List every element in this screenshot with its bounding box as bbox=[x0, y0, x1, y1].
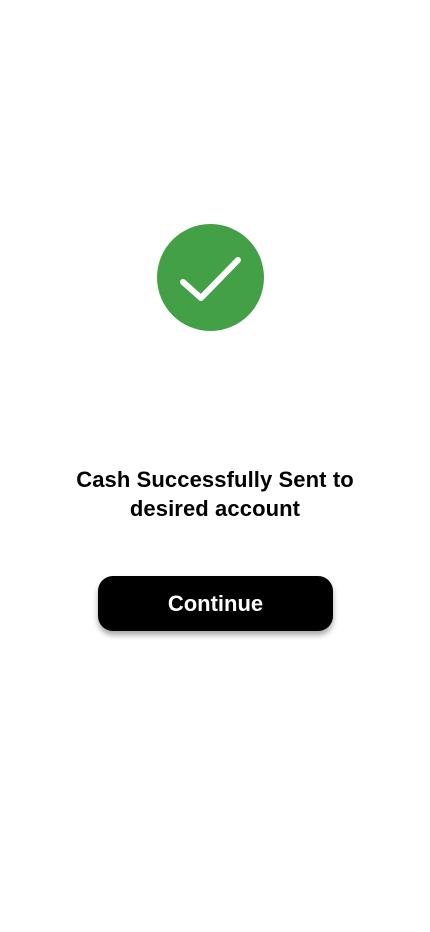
success-message: Cash Successfully Sent to desired accoun… bbox=[76, 467, 354, 521]
checkmark-circle-icon bbox=[157, 224, 264, 331]
continue-button[interactable]: Continue bbox=[98, 576, 333, 631]
